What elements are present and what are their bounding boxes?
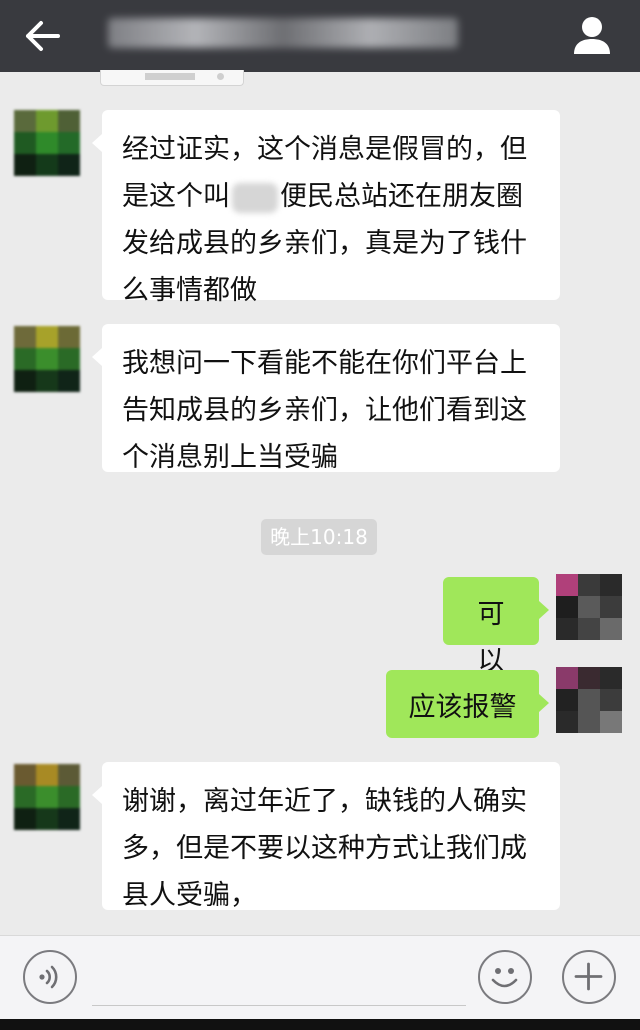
arrow-left-icon — [26, 21, 60, 51]
message-line: 县人受骗， — [122, 880, 257, 911]
message-input[interactable] — [92, 965, 466, 1006]
message-line: 多，但是不要以这种方式让我们成 — [122, 833, 527, 864]
emoji-button[interactable] — [478, 950, 532, 1004]
message-line: 么事情都做 — [122, 275, 257, 306]
message-text: 应该报警 — [408, 692, 517, 723]
message-text: 可以 — [477, 599, 505, 677]
redacted-name — [232, 182, 278, 213]
message-sent[interactable]: 应该报警 — [386, 670, 549, 738]
message-line: 我想问一下看能不能在你们平台上 — [122, 348, 527, 379]
own-avatar[interactable] — [556, 667, 622, 733]
chat-header — [0, 0, 640, 72]
message-line: 是这个叫 便民总站还在朋友圈 — [122, 181, 523, 213]
contact-profile-button[interactable] — [566, 10, 618, 62]
message-line: 告知成县的乡亲们，让他们看到这 — [122, 395, 527, 426]
more-button[interactable] — [562, 950, 616, 1004]
message-line: 发给成县的乡亲们，真是为了钱什 — [122, 228, 527, 259]
voice-icon — [39, 965, 58, 989]
back-button[interactable] — [14, 10, 70, 62]
system-nav-strip — [0, 1019, 640, 1030]
message-received[interactable]: 谢谢，离过年近了，缺钱的人确实 多，但是不要以这种方式让我们成 县人受骗， — [92, 762, 560, 911]
message-received[interactable]: 经过证实，这个消息是假冒的，但 是这个叫 便民总站还在朋友圈 发给成县的乡亲们，真… — [92, 110, 560, 306]
chat-title-blurred — [108, 18, 458, 48]
emoji-icon — [491, 968, 518, 988]
person-icon — [574, 17, 610, 54]
contact-avatar[interactable] — [14, 110, 80, 176]
contact-avatar[interactable] — [14, 326, 80, 392]
plus-icon — [574, 962, 603, 991]
message-sent[interactable]: 可以 — [443, 577, 549, 677]
message-line: 个消息别上当受骗 — [122, 442, 338, 473]
voice-button[interactable] — [23, 950, 77, 1004]
message-received[interactable]: 我想问一下看能不能在你们平台上 告知成县的乡亲们，让他们看到这 个消息别上当受骗 — [92, 324, 560, 473]
message-line: 谢谢，离过年近了，缺钱的人确实 — [122, 786, 527, 817]
message-timestamp: 晚上10:18 — [261, 519, 377, 555]
contact-avatar[interactable] — [14, 764, 80, 830]
previous-image-fragment[interactable] — [100, 70, 244, 86]
own-avatar[interactable] — [556, 574, 622, 640]
message-line: 经过证实，这个消息是假冒的，但 — [122, 134, 527, 165]
